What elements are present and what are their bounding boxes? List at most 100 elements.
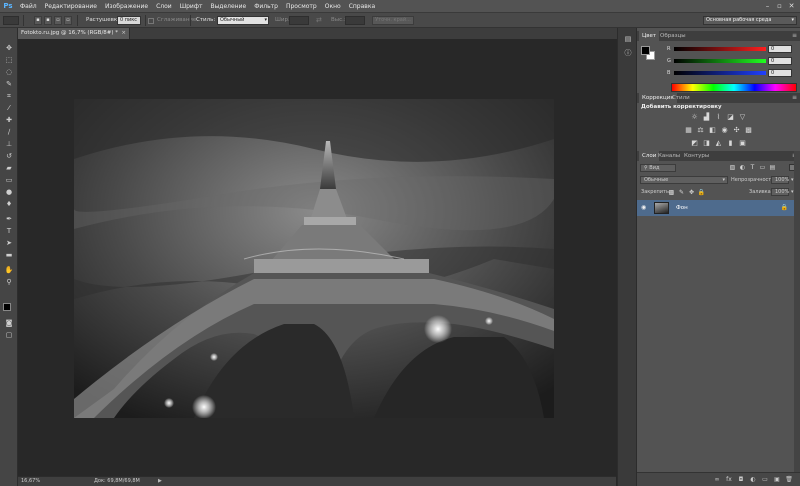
document-image[interactable] <box>74 99 554 418</box>
photo-filter-icon[interactable]: ◉ <box>720 126 729 135</box>
zoom-level-field[interactable]: 16,67% <box>21 478 49 485</box>
posterize-icon[interactable]: ◨ <box>702 139 711 148</box>
brightness-icon[interactable]: ☼ <box>690 113 699 122</box>
red-track[interactable] <box>674 47 766 51</box>
levels-icon[interactable]: ▟ <box>702 113 711 122</box>
invert-icon[interactable]: ◩ <box>690 139 699 148</box>
maximize-icon[interactable]: ▫ <box>775 2 784 10</box>
menu-edit[interactable]: Редактирование <box>41 0 101 13</box>
history-brush-tool-icon[interactable]: ↺ <box>3 151 15 161</box>
menu-select[interactable]: Выделение <box>206 0 250 13</box>
hue-saturation-icon[interactable]: ▦ <box>684 126 693 135</box>
move-tool-icon[interactable]: ✥ <box>3 43 15 53</box>
black-white-icon[interactable]: ◧ <box>708 126 717 135</box>
new-group-icon[interactable]: ▭ <box>761 476 769 484</box>
lock-position-icon[interactable]: ✥ <box>687 188 696 197</box>
eraser-tool-icon[interactable]: ▰ <box>3 163 15 173</box>
close-icon[interactable]: ✕ <box>787 2 796 10</box>
menu-window[interactable]: Окно <box>321 0 345 13</box>
height-input[interactable] <box>345 16 365 25</box>
green-track[interactable] <box>674 59 766 63</box>
layers-scrollbar[interactable] <box>794 151 800 472</box>
layer-kind-filter[interactable]: ⚲ Вид <box>640 164 676 172</box>
antialias-checkbox[interactable] <box>148 18 154 24</box>
quick-select-tool-icon[interactable]: ✎ <box>3 79 15 89</box>
panel-menu-icon[interactable]: ≡ <box>792 93 797 103</box>
color-spectrum-bar[interactable] <box>671 83 797 92</box>
type-tool-icon[interactable]: T <box>3 226 15 236</box>
history-panel-icon[interactable]: ▤ <box>622 34 634 44</box>
filter-smart-object-icon[interactable]: ▤ <box>768 163 777 172</box>
close-icon[interactable]: × <box>121 28 126 39</box>
tab-paths[interactable]: Контуры <box>681 151 712 161</box>
crop-tool-icon[interactable]: ⌗ <box>3 91 15 101</box>
swap-dimensions-icon[interactable]: ⇄ <box>316 16 322 25</box>
foreground-color-swatch[interactable] <box>641 46 650 55</box>
eyedropper-tool-icon[interactable]: ⁄ <box>3 103 15 113</box>
refine-edge-button[interactable]: Уточн. край... <box>372 16 414 25</box>
foreground-color-swatch[interactable] <box>3 303 11 311</box>
layer-row[interactable]: ◉ Фон 🔒 <box>637 200 800 216</box>
tab-channels[interactable]: Каналы <box>655 151 683 161</box>
menu-help[interactable]: Справка <box>345 0 379 13</box>
layer-name[interactable]: Фон <box>676 200 688 216</box>
menu-file[interactable]: Файл <box>16 0 41 13</box>
color-lookup-icon[interactable]: ▩ <box>744 126 753 135</box>
subtract-selection-icon[interactable]: ▫ <box>54 16 62 25</box>
lock-pixels-icon[interactable]: ✎ <box>677 188 686 197</box>
lock-transparent-icon[interactable]: ▩ <box>667 188 676 197</box>
blend-mode-select[interactable]: Обычные ▾ <box>640 176 728 184</box>
opacity-input[interactable]: 100% <box>771 176 789 184</box>
document-tab[interactable]: Fotokto.ru.jpg @ 16,7% (RGB/8#) * × <box>18 28 130 39</box>
menu-layers[interactable]: Слои <box>152 0 176 13</box>
green-value[interactable]: 0 <box>768 57 792 65</box>
hand-tool-icon[interactable]: ✋ <box>3 265 15 275</box>
lasso-tool-icon[interactable]: ◌ <box>3 67 15 77</box>
filter-pixel-icon[interactable]: ▧ <box>728 163 737 172</box>
gradient-tool-icon[interactable]: ▭ <box>3 175 15 185</box>
menu-image[interactable]: Изображение <box>101 0 152 13</box>
dodge-tool-icon[interactable]: ♦ <box>3 199 15 209</box>
pen-tool-icon[interactable]: ✒ <box>3 214 15 224</box>
menu-type[interactable]: Шрифт <box>176 0 207 13</box>
screen-mode-icon[interactable]: ▢ <box>3 330 15 340</box>
properties-panel-icon[interactable]: ⓘ <box>622 48 634 58</box>
tab-swatches[interactable]: Образцы <box>657 31 689 41</box>
link-layers-icon[interactable]: ∞ <box>713 476 721 484</box>
exposure-icon[interactable]: ◪ <box>726 113 735 122</box>
new-layer-icon[interactable]: ▣ <box>773 476 781 484</box>
channel-mixer-icon[interactable]: ✣ <box>732 126 741 135</box>
color-balance-icon[interactable]: ⚖ <box>696 126 705 135</box>
minimize-icon[interactable]: – <box>763 2 772 10</box>
red-value[interactable]: 0 <box>768 45 792 53</box>
style-select[interactable]: Обычный ▾ <box>217 16 269 25</box>
fill-input[interactable]: 100% <box>771 188 789 196</box>
panel-menu-icon[interactable]: ≡ <box>792 31 797 41</box>
add-mask-icon[interactable]: ◘ <box>737 476 745 484</box>
vibrance-icon[interactable]: ▽ <box>738 113 747 122</box>
filter-adjustment-icon[interactable]: ◐ <box>738 163 747 172</box>
tool-preset-picker[interactable] <box>3 16 19 25</box>
healing-brush-tool-icon[interactable]: ✚ <box>3 115 15 125</box>
filter-type-icon[interactable]: T <box>748 163 757 172</box>
intersect-selection-icon[interactable]: ▫ <box>64 16 72 25</box>
quick-mask-icon[interactable]: ◙ <box>3 318 15 328</box>
layer-style-icon[interactable]: fx <box>725 476 733 484</box>
path-selection-tool-icon[interactable]: ➤ <box>3 238 15 248</box>
feather-input[interactable]: 0 пикс <box>117 16 141 25</box>
new-adjustment-icon[interactable]: ◐ <box>749 476 757 484</box>
workspace-select[interactable]: Основная рабочая среда ▾ <box>703 16 797 25</box>
chevron-right-icon[interactable]: ▶ <box>158 478 162 484</box>
filter-shape-icon[interactable]: ▭ <box>758 163 767 172</box>
blue-value[interactable]: 0 <box>768 69 792 77</box>
clone-stamp-tool-icon[interactable]: ⊥ <box>3 139 15 149</box>
green-slider[interactable]: G 0 <box>667 57 797 66</box>
blur-tool-icon[interactable]: ● <box>3 187 15 197</box>
red-slider[interactable]: R 0 <box>667 45 797 54</box>
selective-color-icon[interactable]: ▣ <box>738 139 747 148</box>
tab-styles[interactable]: Стили <box>669 93 693 103</box>
add-selection-icon[interactable]: ▪ <box>44 16 52 25</box>
menu-filter[interactable]: Фильтр <box>250 0 282 13</box>
rectangle-tool-icon[interactable]: ▬ <box>3 250 15 260</box>
gradient-map-icon[interactable]: ▮ <box>726 139 735 148</box>
